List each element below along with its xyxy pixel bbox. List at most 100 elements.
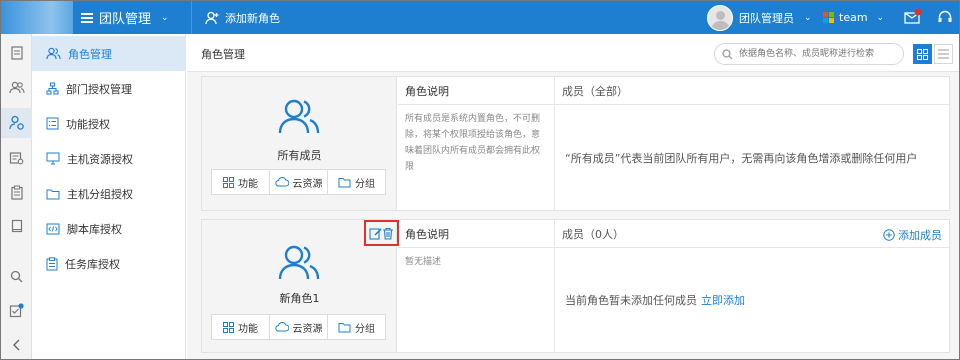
rail-item-tasks[interactable] (1, 295, 32, 325)
add-role-label: 添加新角色 (225, 11, 280, 25)
user-menu[interactable]: 团队管理员 ⌄ (707, 1, 812, 34)
people-icon (8, 81, 25, 94)
plus-circle-icon (883, 229, 895, 241)
role-card-new-role: 新角色1 功能 云资源 分组 角色说明 成员（0人） 添加成员 暂无描述 当前角… (201, 219, 950, 353)
rail-item-book[interactable] (1, 211, 32, 241)
main-content: 角色管理 所有成员 功能 云资源 (187, 34, 959, 359)
members-header-label: 成员（0人） (562, 227, 624, 241)
collapse-sidebar-button[interactable] (1, 330, 32, 360)
message-button[interactable] (903, 7, 923, 30)
cloud-resource-label: 云资源 (292, 323, 323, 335)
rail-item-people[interactable] (1, 73, 32, 103)
grid-view-button[interactable] (913, 44, 932, 64)
avatar (707, 4, 733, 31)
search-icon (722, 49, 733, 60)
team-selector[interactable]: team ⌄ (823, 1, 884, 34)
group-label: 分组 (355, 178, 375, 190)
breadcrumb-bar: 角色管理 (187, 34, 959, 72)
cloud-icon (274, 177, 289, 187)
subnav-item-host-group-auth[interactable]: 主机分组授权 (32, 176, 186, 211)
sub-navigation: 角色管理 部门授权管理 功能授权 主机资源授权 主机分组授权 脚本库授权 任务库… (32, 34, 186, 359)
group-button[interactable]: 分组 (328, 170, 385, 194)
book-icon (11, 219, 22, 233)
function-button[interactable]: 功能 (212, 170, 270, 194)
add-user-icon (205, 11, 219, 24)
user-name: 团队管理员 (739, 11, 794, 25)
users-icon (278, 99, 320, 134)
team-title: 团队管理 (99, 12, 152, 27)
cloud-resource-label: 云资源 (292, 178, 323, 190)
cloud-resource-button[interactable]: 云资源 (270, 315, 328, 339)
clipboard-icon (10, 185, 23, 200)
trash-icon (383, 227, 393, 240)
role-summary: 所有成员 功能 云资源 分组 (202, 77, 397, 210)
list-view-button[interactable] (934, 44, 953, 64)
subnav-label: 功能授权 (66, 117, 110, 131)
role-action-buttons: 功能 云资源 分组 (211, 314, 386, 340)
subnav-label: 任务库授权 (65, 257, 120, 271)
subnav-item-task-lib-auth[interactable]: 任务库授权 (32, 246, 186, 281)
description-header: 角色说明 (398, 220, 555, 248)
subnav-item-host-resource-auth[interactable]: 主机资源授权 (32, 141, 186, 176)
members-info: 当前角色暂未添加任何成员 立即添加 (555, 248, 950, 352)
script-icon (46, 223, 60, 234)
role-name: 所有成员 (277, 149, 322, 162)
subnav-item-script-lib-auth[interactable]: 脚本库授权 (32, 211, 186, 246)
clipboard-icon (46, 256, 58, 270)
chevron-left-icon (12, 339, 19, 351)
edit-role-button[interactable] (369, 227, 382, 240)
description-header: 角色说明 (398, 77, 555, 105)
subnav-item-role-management[interactable]: 角色管理 (32, 36, 186, 71)
user-settings-icon (8, 115, 24, 130)
add-member-button[interactable]: 添加成员 (883, 227, 942, 243)
group-button[interactable]: 分组 (328, 315, 385, 339)
subnav-item-department-auth[interactable]: 部门授权管理 (32, 71, 186, 106)
role-action-buttons: 功能 云资源 分组 (211, 169, 386, 195)
chevron-down-icon: ⌄ (161, 12, 169, 23)
edit-icon (369, 227, 382, 240)
cloud-icon (274, 322, 289, 332)
subnav-label: 主机分组授权 (67, 187, 133, 201)
breadcrumb: 角色管理 (201, 48, 245, 61)
cloud-resource-button[interactable]: 云资源 (270, 170, 328, 194)
monitor-icon (46, 152, 60, 165)
members-empty-text: 当前角色暂未添加任何成员 (565, 294, 697, 307)
icon-rail (1, 34, 32, 359)
add-member-label: 添加成员 (898, 229, 942, 242)
rail-item-search[interactable] (1, 261, 32, 291)
role-name: 新角色1 (279, 292, 320, 305)
rail-item-host-settings[interactable] (1, 143, 32, 173)
list-icon (938, 49, 949, 59)
role-card-all-members: 所有成员 功能 云资源 分组 角色说明 成员（全部） 所有成员是系统内置角色，不… (201, 76, 950, 211)
rail-item-user-settings[interactable] (1, 108, 32, 138)
function-list-icon (46, 117, 59, 130)
function-button[interactable]: 功能 (212, 315, 270, 339)
folder-icon (338, 177, 351, 187)
members-header: 成员（0人） 添加成员 (555, 220, 950, 248)
add-now-link[interactable]: 立即添加 (701, 292, 745, 308)
function-label: 功能 (238, 323, 258, 335)
users-icon (46, 47, 61, 60)
grid-icon (223, 176, 234, 188)
team-name: team (839, 11, 868, 24)
rail-item-document[interactable] (1, 38, 32, 68)
rail-item-clipboard[interactable] (1, 177, 32, 207)
team-menu-button[interactable]: 团队管理 ⌄ (81, 1, 169, 34)
group-label: 分组 (355, 323, 375, 335)
document-icon (10, 46, 23, 60)
users-icon (278, 245, 320, 280)
subnav-item-function-auth[interactable]: 功能授权 (32, 106, 186, 141)
search-input[interactable] (714, 43, 904, 65)
folder-icon (338, 322, 351, 332)
org-chart-icon (46, 82, 59, 95)
delete-role-button[interactable] (382, 227, 394, 240)
members-header: 成员（全部） (555, 77, 950, 105)
members-info: “所有成员”代表当前团队所有用户，无需再向该角色增添或删除任何用户 (565, 151, 918, 165)
function-label: 功能 (238, 178, 258, 190)
add-role-button[interactable]: 添加新角色 (205, 1, 280, 34)
search-icon (10, 270, 23, 282)
support-button[interactable] (937, 9, 953, 28)
role-description: 暂无描述 (398, 248, 555, 352)
host-settings-icon (9, 152, 24, 165)
grid-icon (917, 48, 928, 60)
